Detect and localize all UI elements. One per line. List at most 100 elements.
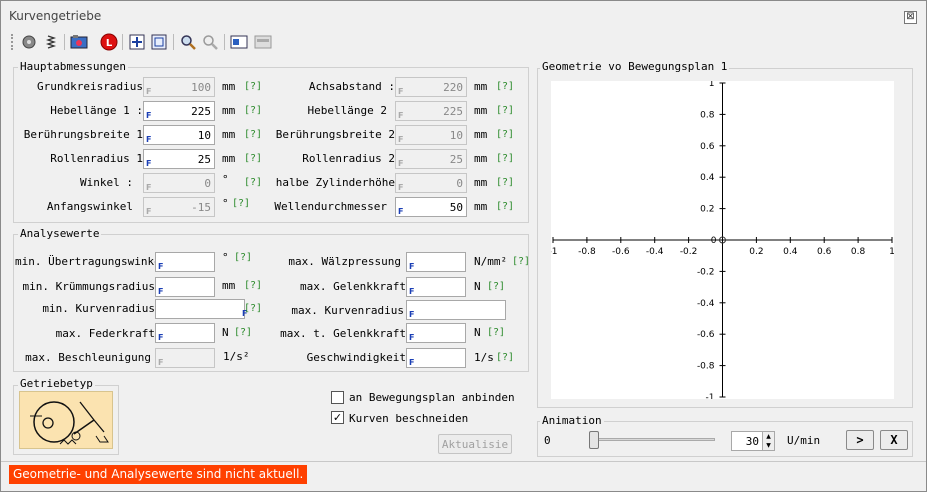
max-t-gelenkkraft-label: max. t. Gelenkkraft [280,327,406,340]
x-tick-label: 0.8 [851,247,866,257]
winkel-label: Winkel : [80,176,133,189]
max-kurvenradius-label: max. Kurvenradius [291,304,404,317]
max-kurvenradius-field[interactable]: F [406,300,506,320]
max-federkraft-label: max. Federkraft [55,327,155,340]
hebellaenge2-unit: mm [474,104,488,117]
min-kurvenradius-help[interactable]: [?] [244,303,262,314]
zoom-in-icon[interactable] [178,32,198,52]
x-tick-label: 1 [889,247,894,257]
beruehrungsbreite1-field[interactable]: 10 F [143,125,215,145]
max-beschleunigung-field[interactable]: F [155,348,215,368]
max-gelenkkraft-help[interactable]: [?] [487,281,505,292]
trim-checkbox[interactable]: ✓ [331,411,344,424]
trim-label[interactable]: Kurven beschneiden [349,412,468,425]
move-icon[interactable] [127,32,147,52]
spring-icon[interactable] [41,32,61,52]
x-tick-label: 0.4 [783,247,798,257]
beruehrungsbreite2-help[interactable]: [?] [496,129,514,140]
max-t-gelenkkraft-field[interactable]: F [406,323,466,343]
geschwindigkeit-field[interactable]: F [406,348,466,368]
speed-spinner[interactable]: ▲ ▼ [762,432,774,450]
min-kruemmungsradius-help[interactable]: [?] [244,280,262,291]
camera-icon[interactable] [69,32,89,52]
max-waelzpressung-field[interactable]: F [406,252,466,272]
speed-slider-thumb[interactable] [589,431,599,449]
geometry-plot: -1 -0.8 -0.6 -0.4 -0.2 0.2 0.4 0.6 0.8 1 1 0.8 0.6 0.… [549,79,895,403]
beruehrungsbreite2-field[interactable]: 10 F [395,125,467,145]
getriebetyp-image[interactable] [19,391,113,449]
bind-checkbox[interactable] [331,391,344,404]
rollenradius2-help[interactable]: [?] [496,153,514,164]
plot-area[interactable]: -1 -0.8 -0.6 -0.4 -0.2 0.2 0.4 0.6 0.8 1 1 0.8 0.6 0.… [549,79,895,403]
stop-button[interactable]: X [880,430,908,450]
title-bar: Kurvengetriebe ⊠ [1,1,926,28]
max-t-gelenkkraft-unit: N [474,326,481,339]
y-tick-label: 0.6 [700,142,715,152]
min-uebertragungswinkel-help[interactable]: [?] [234,252,252,263]
fit-icon[interactable] [149,32,169,52]
grundkreisradius-field[interactable]: 100 F [143,77,215,97]
max-t-gelenkkraft-help[interactable]: [?] [487,327,505,338]
winkel-help[interactable]: [?] [244,177,262,188]
toolbar-grip[interactable] [11,34,14,50]
beruehrungsbreite2-unit: mm [474,128,488,141]
close-button[interactable]: ⊠ [904,11,917,24]
max-federkraft-help[interactable]: [?] [234,327,252,338]
zoom-out-icon[interactable] [200,32,220,52]
wellendurchmesser-field[interactable]: 50 F [395,197,467,217]
min-kurvenradius-field[interactable]: F [155,299,247,319]
y-tick-label: -0.6 [697,330,715,340]
gear-icon[interactable] [19,32,39,52]
halbe-zylinderhoehe-help[interactable]: [?] [496,177,514,188]
min-kruemmungsradius-field[interactable]: F [155,277,215,297]
hebellaenge2-help[interactable]: [?] [496,105,514,116]
max-beschleunigung-unit: 1/s² [223,350,250,363]
max-federkraft-field[interactable]: F [155,323,215,343]
hebellaenge1-field[interactable]: 225 F [143,101,215,121]
play-button[interactable]: > [846,430,874,450]
max-gelenkkraft-field[interactable]: F [406,277,466,297]
hauptabmessungen-title: Hauptabmessungen [18,60,128,73]
achsabstand-field[interactable]: 220 F [395,77,467,97]
hebellaenge2-field[interactable]: 225 F [395,101,467,121]
stop-icon[interactable]: L [99,32,119,52]
bind-label[interactable]: an Bewegungsplan anbinden [349,391,515,404]
geschwindigkeit-label: Geschwindigkeit [306,351,406,364]
x-tick-label: 0.6 [817,247,832,257]
status-divider [1,461,926,462]
rollenradius2-field[interactable]: 25 F [395,149,467,169]
update-button[interactable]: Aktualisie [438,434,512,454]
winkel-field[interactable]: 0F [143,173,215,193]
window-title: Kurvengetriebe [9,9,102,23]
achsabstand-help[interactable]: [?] [496,81,514,92]
hebellaenge1-help[interactable]: [?] [244,105,262,116]
rollenradius1-field[interactable]: 25 F [143,149,215,169]
grundkreisradius-help[interactable]: [?] [244,81,262,92]
screen-icon[interactable] [229,32,249,52]
svg-text:L: L [106,38,113,49]
max-waelzpressung-help[interactable]: [?] [512,256,530,267]
min-kruemmungsradius-label: min. Krümmungsradius [22,280,155,293]
anfangswinkel-field[interactable]: -15 F [143,197,215,217]
speed-field[interactable]: 30 ▲ ▼ [731,431,775,451]
beruehrungsbreite1-label: Berührungsbreite 1 [23,128,143,141]
y-tick-label: 0.8 [700,110,715,120]
y-tick-label: 0.4 [700,173,715,183]
halbe-zylinderhoehe-field[interactable]: 0F [395,173,467,193]
beruehrungsbreite1-help[interactable]: [?] [244,129,262,140]
min-uebertragungswinkel-field[interactable]: F [155,252,215,272]
achsabstand-unit: mm [474,80,488,93]
achsabstand-label: Achsabstand : [308,80,395,93]
rollenradius2-label: Rollenradius 2 [302,152,395,165]
anfangswinkel-unit: ° [222,197,229,210]
y-tick-label: -0.4 [697,299,715,309]
wellendurchmesser-help[interactable]: [?] [496,201,514,212]
screen-gray-icon[interactable] [253,32,273,52]
rollenradius1-help[interactable]: [?] [244,153,262,164]
grundkreisradius-unit: mm [222,80,236,93]
anfangswinkel-help[interactable]: [?] [232,198,250,209]
wellendurchmesser-label: Wellendurchmesser [274,200,387,213]
main-window: Kurvengetriebe ⊠ L Hauptabmessungen Grun… [0,0,927,492]
speed-slider-track[interactable] [589,438,715,441]
geschwindigkeit-help[interactable]: [?] [496,352,514,363]
